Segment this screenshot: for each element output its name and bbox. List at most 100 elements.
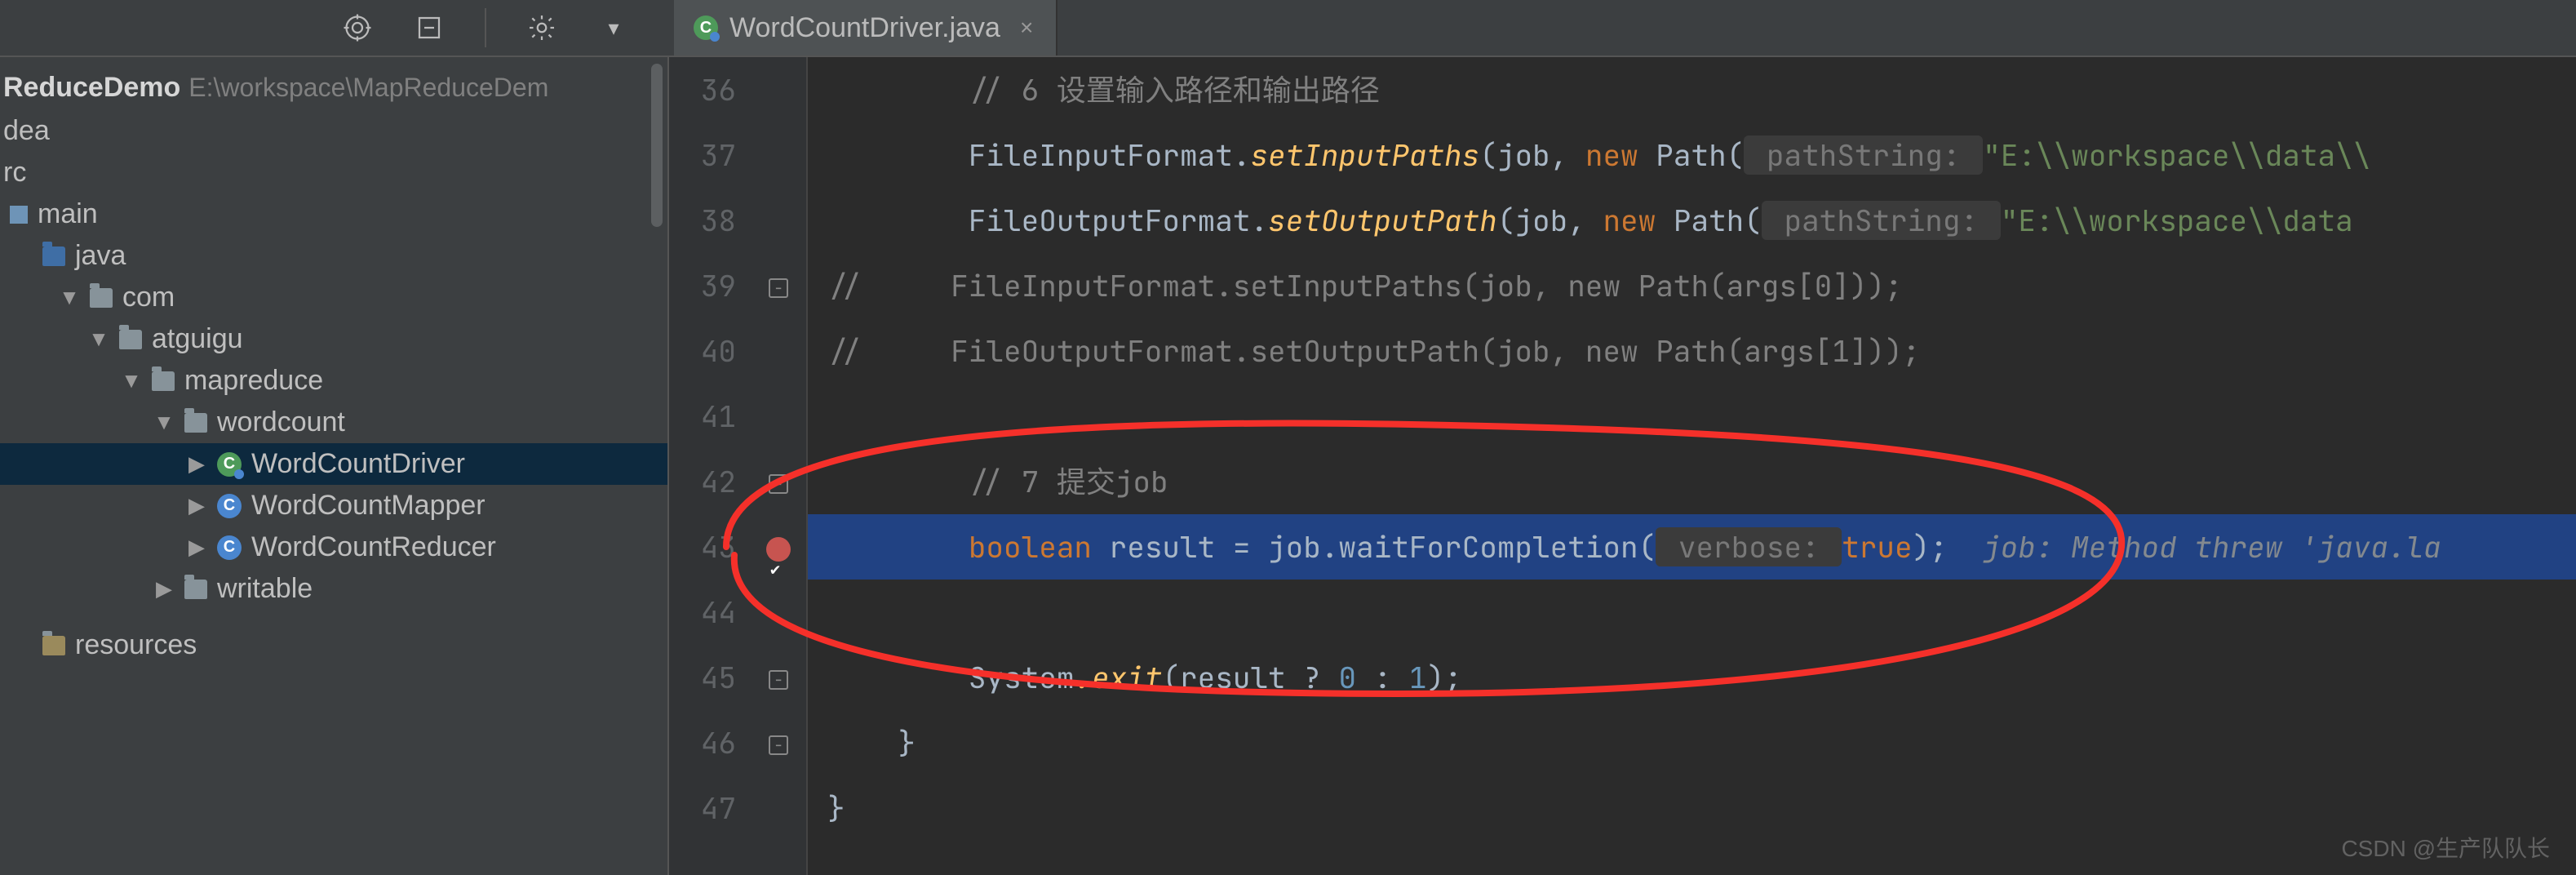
parameter-hint: pathString:	[1744, 135, 1983, 175]
chevron-down-icon[interactable]: ▼	[121, 368, 142, 393]
code-text: System	[969, 658, 1075, 697]
fold-region-icon[interactable]: −	[751, 645, 806, 710]
chevron-down-icon[interactable]: ▾	[597, 11, 630, 44]
collapse-all-icon[interactable]	[413, 11, 446, 44]
line-number: 39	[669, 253, 736, 318]
code-text: (job,	[1479, 135, 1585, 175]
project-name: ReduceDemo	[3, 72, 180, 104]
fold-region-icon[interactable]: −	[751, 710, 806, 775]
folder-icon	[90, 288, 113, 308]
chevron-right-icon[interactable]: ▶	[153, 576, 175, 602]
code-text: }	[827, 788, 845, 828]
fold-region-icon[interactable]: −	[751, 253, 806, 318]
java-class-icon: C	[694, 16, 718, 40]
resources-folder-icon	[42, 636, 65, 655]
code-area[interactable]: // 6 设置输入路径和输出路径 FileInputFormat.setInpu…	[808, 57, 2576, 875]
chevron-down-icon[interactable]: ▼	[88, 326, 109, 352]
module-icon	[10, 206, 28, 224]
folder-icon	[184, 413, 207, 433]
tree-node-com[interactable]: ▼ com	[0, 277, 667, 318]
code-text: :	[1356, 658, 1409, 697]
tree-node-rc[interactable]: rc	[0, 152, 667, 193]
code-text: 0	[1338, 658, 1356, 697]
tree-node-dea[interactable]: dea	[0, 110, 667, 152]
tree-node-wordcountreducer[interactable]: ▶ C WordCountReducer	[0, 526, 667, 568]
code-line-46[interactable]: }	[808, 710, 2576, 775]
code-text: 1	[1409, 658, 1427, 697]
tree-node-java[interactable]: java	[0, 235, 667, 277]
code-text: FileInputFormat	[969, 135, 1233, 175]
code-text: Path(	[1656, 201, 1762, 240]
folder-icon	[152, 371, 175, 391]
chevron-right-icon[interactable]: ▶	[186, 493, 207, 518]
code-line-39[interactable]: // FileInputFormat.setInputPaths(job, ne…	[808, 253, 2576, 318]
tree-node-resources[interactable]: resources	[0, 624, 667, 666]
code-line-36[interactable]: // 6 设置输入路径和输出路径	[808, 57, 2576, 122]
tree-node-writable[interactable]: ▶ writable	[0, 568, 667, 610]
code-text: // 7 提交job	[969, 462, 1168, 501]
close-icon[interactable]: ×	[1020, 15, 1033, 41]
code-text: Path(	[1638, 135, 1745, 175]
tree-label: mapreduce	[184, 365, 323, 397]
line-number: 47	[669, 775, 736, 841]
chevron-right-icon[interactable]: ▶	[186, 535, 207, 560]
sidebar-scrollbar[interactable]	[651, 64, 663, 227]
code-line-43-current[interactable]: boolean result = job.waitForCompletion( …	[808, 514, 2576, 580]
tree-label: WordCountDriver	[251, 448, 465, 480]
code-text: setInputPaths	[1250, 135, 1479, 175]
code-text: "E:\\workspace\\data\\	[1983, 135, 2370, 175]
source-folder-icon	[42, 247, 65, 266]
code-text: setOutputPath	[1268, 201, 1497, 240]
code-line-37[interactable]: FileInputFormat.setInputPaths(job, new P…	[808, 122, 2576, 188]
code-text: .	[1250, 201, 1268, 240]
code-line-47[interactable]: }	[808, 775, 2576, 841]
tree-node-wordcountmapper[interactable]: ▶ C WordCountMapper	[0, 485, 667, 526]
chevron-down-icon[interactable]: ▼	[153, 410, 175, 435]
tree-node-wordcount[interactable]: ▼ wordcount	[0, 402, 667, 443]
code-text: boolean	[969, 527, 1092, 566]
tree-node-mapreduce[interactable]: ▼ mapreduce	[0, 360, 667, 402]
code-line-42[interactable]: // 7 提交job	[808, 449, 2576, 514]
chevron-down-icon[interactable]: ▼	[59, 285, 80, 310]
line-number: 41	[669, 384, 736, 449]
parameter-hint: pathString:	[1762, 201, 2001, 240]
code-line-41[interactable]	[808, 384, 2576, 449]
tree-label: main	[38, 198, 98, 230]
tree-label: wordcount	[217, 406, 345, 438]
code-text: result = job.waitForCompletion(	[1092, 527, 1656, 566]
line-number: 40	[669, 318, 736, 384]
project-root[interactable]: ReduceDemo E:\workspace\MapReduceDem	[0, 65, 667, 110]
line-number: 46	[669, 710, 736, 775]
line-number: 44	[669, 580, 736, 645]
toolbar-separator	[485, 8, 486, 47]
gutter-icons: − − − −	[751, 57, 808, 875]
code-text: // FileOutputFormat.setOutputPath(job, n…	[827, 331, 1920, 371]
breakpoint-icon[interactable]	[751, 514, 806, 580]
java-class-icon: C	[217, 494, 242, 518]
java-runnable-class-icon: C	[217, 452, 242, 477]
code-line-44[interactable]	[808, 580, 2576, 645]
tree-node-wordcountdriver[interactable]: ▶ C WordCountDriver	[0, 443, 667, 485]
tree-label: dea	[3, 115, 50, 147]
code-text: (result ?	[1162, 658, 1338, 697]
select-opened-file-icon[interactable]	[341, 11, 374, 44]
code-editor[interactable]: 36 37 38 39 40 41 42 43 44 45 46 47 − −	[669, 57, 2576, 875]
code-line-40[interactable]: // FileOutputFormat.setOutputPath(job, n…	[808, 318, 2576, 384]
code-text: new	[1603, 201, 1656, 240]
editor-tab-bar: C WordCountDriver.java ×	[669, 0, 2576, 56]
code-text: true	[1842, 527, 1912, 566]
code-line-45[interactable]: System.exit(result ? 0 : 1);	[808, 645, 2576, 710]
chevron-right-icon[interactable]: ▶	[186, 451, 207, 477]
tree-node-main[interactable]: main	[0, 193, 667, 235]
tree-label: java	[75, 240, 126, 272]
parameter-hint: verbose:	[1656, 527, 1842, 566]
tree-node-atguigu[interactable]: ▼ atguigu	[0, 318, 667, 360]
project-tree[interactable]: ReduceDemo E:\workspace\MapReduceDem dea…	[0, 57, 669, 875]
fold-region-icon[interactable]: −	[751, 449, 806, 514]
line-number-gutter: 36 37 38 39 40 41 42 43 44 45 46 47	[669, 57, 751, 875]
editor-tab-wordcountdriver[interactable]: C WordCountDriver.java ×	[674, 0, 1057, 56]
gear-icon[interactable]	[525, 11, 558, 44]
project-tree-toolbar: ▾	[0, 8, 669, 47]
code-line-38[interactable]: FileOutputFormat.setOutputPath(job, new …	[808, 188, 2576, 253]
top-toolbar: ▾ C WordCountDriver.java ×	[0, 0, 2576, 57]
